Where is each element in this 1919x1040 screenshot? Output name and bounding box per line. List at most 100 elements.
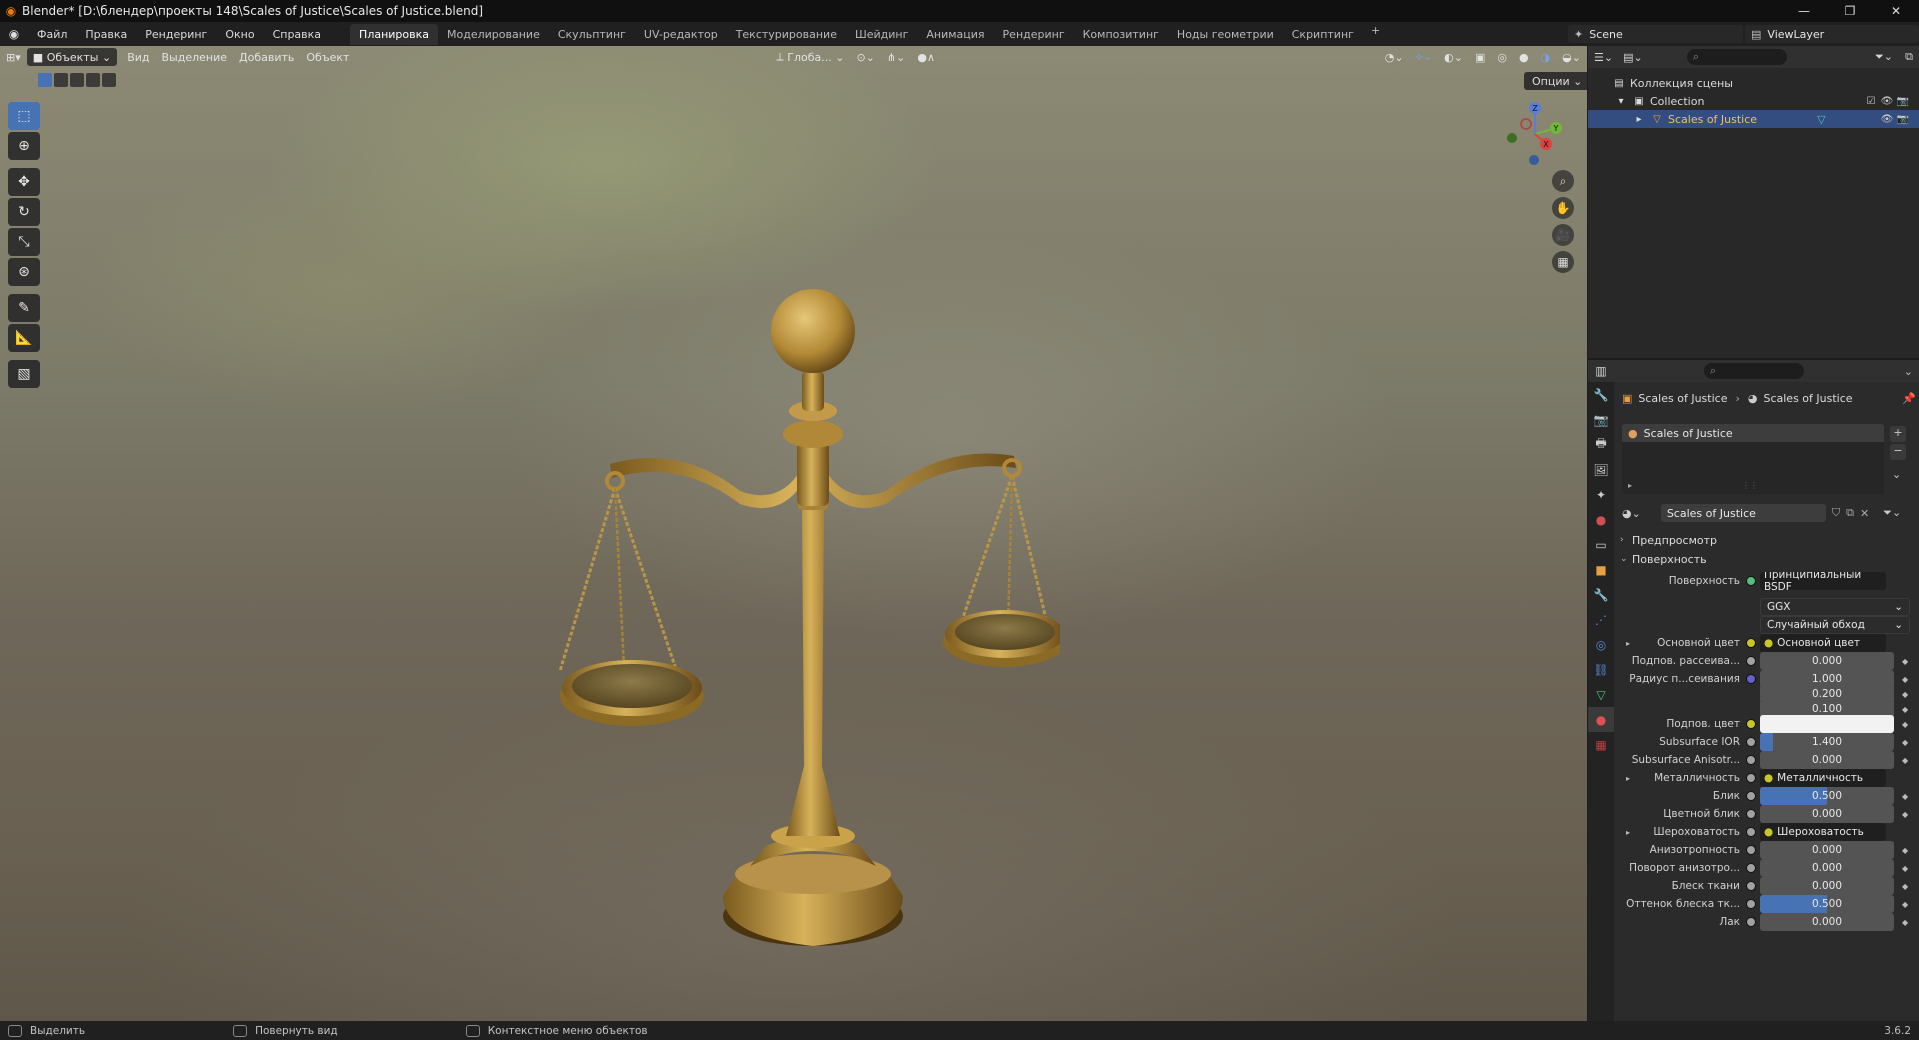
transform-tool-icon[interactable]: ⊛ <box>8 258 40 286</box>
linked-texture-field[interactable]: ● Шероховатость <box>1760 823 1886 841</box>
number-slider-field[interactable]: 1.400 <box>1760 733 1894 751</box>
outliner-row-scene-collection[interactable]: ▤ Коллекция сцены <box>1588 74 1919 92</box>
tab-scripting[interactable]: Скриптинг <box>1283 24 1363 45</box>
render-tab-icon[interactable]: 📷 <box>1588 407 1614 432</box>
mesh-data-icon[interactable]: ▽ <box>1817 113 1825 126</box>
panel-preview[interactable]: › Предпросмотр <box>1620 530 1912 550</box>
snap-icon[interactable]: ⋔⌄ <box>881 48 911 66</box>
orientation-select[interactable]: ⟂ Глоба... ⌄ <box>770 48 850 66</box>
number-slider-field[interactable]: 0.000 <box>1760 805 1894 823</box>
linked-texture-field[interactable]: ● Металличность <box>1760 769 1886 787</box>
object-tab-icon[interactable]: ■ <box>1588 557 1614 582</box>
tab-layout[interactable]: Планировка <box>350 23 439 45</box>
menu-render[interactable]: Рендеринг <box>136 28 216 41</box>
menu-help[interactable]: Справка <box>264 28 330 41</box>
input-socket-icon[interactable] <box>1746 773 1756 783</box>
collection-tab-icon[interactable]: ▭ <box>1588 532 1614 557</box>
number-slider-field[interactable]: 0.000 <box>1760 859 1894 877</box>
color-swatch-field[interactable] <box>1760 715 1894 733</box>
cursor-tool-icon[interactable]: ⊕ <box>8 132 40 160</box>
keyframe-dot-icon[interactable]: ◆ <box>1902 810 1912 819</box>
blender-menu-icon[interactable]: ◉ <box>0 27 28 41</box>
number-slider-field[interactable]: 0.000 <box>1760 913 1894 931</box>
camera-view-icon[interactable]: 🎥 <box>1552 224 1574 246</box>
number-slider-field[interactable]: 0.000 <box>1760 841 1894 859</box>
render-camera-icon[interactable]: 📷 <box>1895 114 1911 125</box>
visibility-eye-icon[interactable]: 👁 <box>1879 114 1895 125</box>
tool-tab-icon[interactable]: 🔧 <box>1588 382 1614 407</box>
tab-modeling[interactable]: Моделирование <box>438 24 549 45</box>
input-socket-icon[interactable] <box>1746 638 1756 648</box>
expand-triangle-icon[interactable]: ▸ <box>1626 774 1630 783</box>
tab-geometry-nodes[interactable]: Ноды геометрии <box>1168 24 1283 45</box>
minimize-button[interactable]: — <box>1781 0 1827 22</box>
material-slot[interactable]: ● Scales of Justice <box>1622 424 1884 442</box>
gizmo-neg-x-axis[interactable] <box>1520 118 1532 130</box>
annotate-tool-icon[interactable]: ✎ <box>8 294 40 322</box>
editor-type-icon[interactable]: ▥ <box>1588 360 1614 382</box>
resize-handle-icon[interactable]: ⋮⋮ <box>1742 481 1758 490</box>
tab-animation[interactable]: Анимация <box>917 24 993 45</box>
xray-icon[interactable]: ▣ <box>1469 48 1491 66</box>
scene-tab-icon[interactable]: ✦ <box>1588 482 1614 507</box>
disclosure-triangle-icon[interactable]: ▸ <box>1632 114 1646 125</box>
select-box-tool-icon[interactable]: ⬚ <box>8 102 40 130</box>
gizmo-neg-y-axis[interactable] <box>1507 133 1517 143</box>
outliner-row-collection[interactable]: ▾ ▣ Collection ☑ 👁 📷 <box>1588 92 1919 110</box>
add-workspace-button[interactable]: + <box>1363 24 1388 45</box>
visibility-icon[interactable]: ◔⌄ <box>1379 48 1410 66</box>
material-name-field[interactable]: Scales of Justice <box>1660 504 1826 522</box>
input-socket-icon[interactable] <box>1746 737 1756 747</box>
gizmo-toggle-icon[interactable]: ⟡⌄ <box>1410 48 1439 66</box>
keyframe-dot-icon[interactable]: ◆ <box>1902 792 1912 801</box>
pivot-icon[interactable]: ⊙⌄ <box>850 48 880 66</box>
menu-object[interactable]: Объект <box>300 48 355 66</box>
rendered-shading-icon[interactable]: ◒⌄ <box>1556 48 1587 66</box>
tab-rendering[interactable]: Рендеринг <box>994 24 1074 45</box>
options-button[interactable]: Опции ⌄ <box>1524 72 1587 90</box>
keyframe-dot-icon[interactable]: ◆ <box>1902 657 1912 666</box>
remove-slot-button[interactable]: − <box>1890 444 1906 460</box>
scene-selector[interactable]: ✦ Scene <box>1568 25 1743 43</box>
outliner-row-object[interactable]: ▸ ▽ Scales of Justice ▽ 👁 📷 <box>1588 110 1919 128</box>
shader-socket-icon[interactable] <box>1746 576 1756 586</box>
pin-icon[interactable]: 📌 <box>1902 392 1916 405</box>
modifier-tab-icon[interactable]: 🔧 <box>1588 582 1614 607</box>
render-camera-icon[interactable]: 📷 <box>1895 96 1911 107</box>
output-tab-icon[interactable]: 🖶 <box>1588 432 1614 457</box>
editor-type-icon[interactable]: ☰⌄ <box>1594 51 1613 64</box>
move-tool-icon[interactable]: ✥ <box>8 168 40 196</box>
link-mode-icon[interactable]: ⏷⌄ <box>1883 506 1901 520</box>
solid-shading-icon[interactable]: ● <box>1513 48 1535 66</box>
view-layer-tab-icon[interactable]: 🖼 <box>1588 457 1614 482</box>
menu-window[interactable]: Окно <box>216 28 263 41</box>
tab-compositing[interactable]: Композитинг <box>1074 24 1168 45</box>
disclosure-triangle-icon[interactable]: ▾ <box>1614 96 1628 107</box>
browse-material-icon[interactable]: ◕⌄ <box>1622 507 1641 520</box>
material-tab-icon[interactable]: ● <box>1588 707 1614 732</box>
pan-hand-icon[interactable]: ✋ <box>1552 197 1574 219</box>
navigation-gizmo[interactable]: Z Y X <box>1500 98 1570 168</box>
visibility-eye-icon[interactable]: 👁 <box>1879 96 1895 107</box>
proportional-edit-icon[interactable]: ●∧ <box>911 48 941 66</box>
physics-tab-icon[interactable]: ◎ <box>1588 632 1614 657</box>
expand-triangle-icon[interactable]: ▸ <box>1628 481 1632 490</box>
select-intersect-icon[interactable] <box>102 73 116 87</box>
keyframe-dot-icon[interactable]: ◆ <box>1902 720 1912 729</box>
data-tab-icon[interactable]: ▽ <box>1588 682 1614 707</box>
keyframe-dot-icon[interactable]: ◆ <box>1902 882 1912 891</box>
input-socket-icon[interactable] <box>1746 755 1756 765</box>
menu-add[interactable]: Добавить <box>233 48 300 66</box>
input-socket-icon[interactable] <box>1746 809 1756 819</box>
scale-tool-icon[interactable]: ⤡ <box>8 228 40 256</box>
world-tab-icon[interactable]: ● <box>1588 507 1614 532</box>
particles-tab-icon[interactable]: ⋰ <box>1588 607 1614 632</box>
tab-shading[interactable]: Шейдинг <box>846 24 917 45</box>
maximize-button[interactable]: ❐ <box>1827 0 1873 22</box>
tab-sculpting[interactable]: Скульптинг <box>549 24 635 45</box>
unlink-material-icon[interactable]: ✕ <box>1860 507 1869 520</box>
3d-viewport[interactable]: ⊞▾ ■ Объекты ⌄ Вид Выделение Добавить Об… <box>0 46 1587 1021</box>
chevron-down-icon[interactable]: ⌄ <box>1904 365 1913 378</box>
menu-view[interactable]: Вид <box>121 48 155 66</box>
input-socket-icon[interactable] <box>1746 674 1756 684</box>
